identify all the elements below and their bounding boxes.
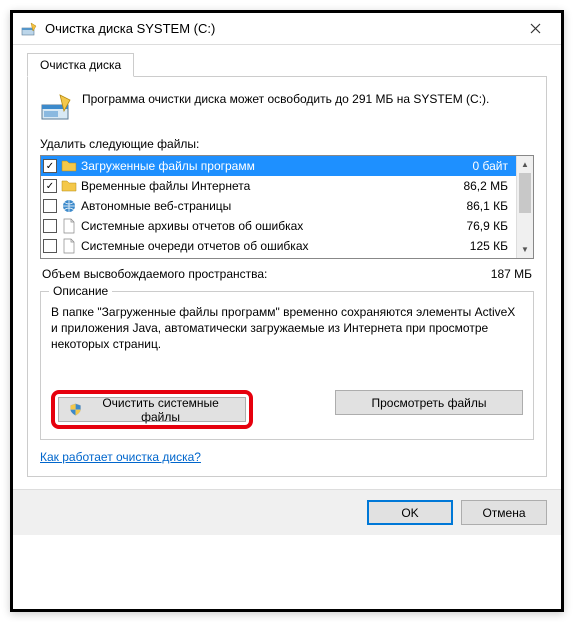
file-size: 125 КБ xyxy=(452,239,512,253)
file-name: Системные очереди отчетов об ошибках xyxy=(81,239,448,253)
tab-strip: Очистка диска xyxy=(27,53,547,77)
file-list[interactable]: ✓ Загруженные файлы программ 0 байт ✓ Времен… xyxy=(41,156,516,258)
file-type-icon xyxy=(61,178,77,194)
file-checkbox[interactable] xyxy=(43,239,57,253)
drive-icon xyxy=(40,91,72,123)
file-type-icon xyxy=(61,238,77,254)
window-title: Очистка диска SYSTEM (C:) xyxy=(45,21,513,36)
file-size: 86,2 МБ xyxy=(452,179,512,193)
scrollbar-track[interactable] xyxy=(517,173,533,241)
file-checkbox[interactable] xyxy=(43,199,57,213)
description-legend: Описание xyxy=(49,284,112,298)
close-icon xyxy=(530,23,541,34)
red-highlight: Очистить системные файлы xyxy=(51,390,253,429)
total-value: 187 МБ xyxy=(491,267,532,281)
file-row[interactable]: Системные очереди отчетов об ошибках 125 … xyxy=(41,236,516,256)
tab-disk-cleanup[interactable]: Очистка диска xyxy=(27,53,134,77)
intro-section: Программа очистки диска может освободить… xyxy=(40,91,534,123)
file-type-icon xyxy=(61,218,77,234)
titlebar[interactable]: Очистка диска SYSTEM (C:) xyxy=(13,13,561,45)
clean-system-files-button[interactable]: Очистить системные файлы xyxy=(58,397,246,422)
description-group: Описание В папке "Загруженные файлы прог… xyxy=(40,291,534,440)
file-name: Загруженные файлы программ xyxy=(81,159,448,173)
ok-button[interactable]: OK xyxy=(367,500,453,525)
file-name: Системные архивы отчетов об ошибках xyxy=(81,219,448,233)
file-size: 76,9 КБ xyxy=(452,219,512,233)
file-size: 0 байт xyxy=(452,159,512,173)
file-checkbox[interactable] xyxy=(43,219,57,233)
description-text: В папке "Загруженные файлы программ" вре… xyxy=(51,304,523,376)
total-row: Объем высвобождаемого пространства: 187 … xyxy=(40,267,534,281)
view-files-label: Просмотреть файлы xyxy=(371,396,486,410)
scroll-up-button[interactable]: ▲ xyxy=(517,156,533,173)
tab-panel: Программа очистки диска может освободить… xyxy=(27,77,547,477)
file-row[interactable]: Автономные веб-страницы 86,1 КБ xyxy=(41,196,516,216)
close-button[interactable] xyxy=(513,14,557,44)
content-area: Очистка диска Программа очистки диска мо… xyxy=(13,45,561,489)
dialog-footer: OK Отмена xyxy=(13,489,561,535)
dialog-window: Очистка диска SYSTEM (C:) Очистка диска … xyxy=(10,10,564,612)
files-label: Удалить следующие файлы: xyxy=(40,137,534,151)
disk-cleanup-icon xyxy=(21,21,37,37)
file-checkbox[interactable]: ✓ xyxy=(43,159,57,173)
scroll-down-button[interactable]: ▼ xyxy=(517,241,533,258)
cancel-button[interactable]: Отмена xyxy=(461,500,547,525)
scrollbar-thumb[interactable] xyxy=(519,173,531,213)
scrollbar[interactable]: ▲ ▼ xyxy=(516,156,533,258)
file-row[interactable]: ✓ Временные файлы Интернета 86,2 МБ xyxy=(41,176,516,196)
total-label: Объем высвобождаемого пространства: xyxy=(42,267,267,281)
button-row: Очистить системные файлы Просмотреть фай… xyxy=(51,390,523,429)
file-row[interactable]: Системные архивы отчетов об ошибках 76,9 … xyxy=(41,216,516,236)
file-row[interactable]: ✓ Загруженные файлы программ 0 байт xyxy=(41,156,516,176)
intro-text: Программа очистки диска может освободить… xyxy=(82,91,489,123)
file-list-container: ✓ Загруженные файлы программ 0 байт ✓ Времен… xyxy=(40,155,534,259)
help-link-row: Как работает очистка диска? xyxy=(40,450,534,464)
file-name: Временные файлы Интернета xyxy=(81,179,448,193)
cancel-label: Отмена xyxy=(482,506,525,520)
file-name: Автономные веб-страницы xyxy=(81,199,448,213)
uac-shield-icon xyxy=(69,403,82,417)
clean-system-label: Очистить системные файлы xyxy=(86,396,235,424)
view-files-button[interactable]: Просмотреть файлы xyxy=(335,390,523,415)
ok-label: OK xyxy=(401,506,418,520)
file-type-icon xyxy=(61,158,77,174)
file-size: 86,1 КБ xyxy=(452,199,512,213)
help-link[interactable]: Как работает очистка диска? xyxy=(40,450,201,464)
file-type-icon xyxy=(61,198,77,214)
file-checkbox[interactable]: ✓ xyxy=(43,179,57,193)
